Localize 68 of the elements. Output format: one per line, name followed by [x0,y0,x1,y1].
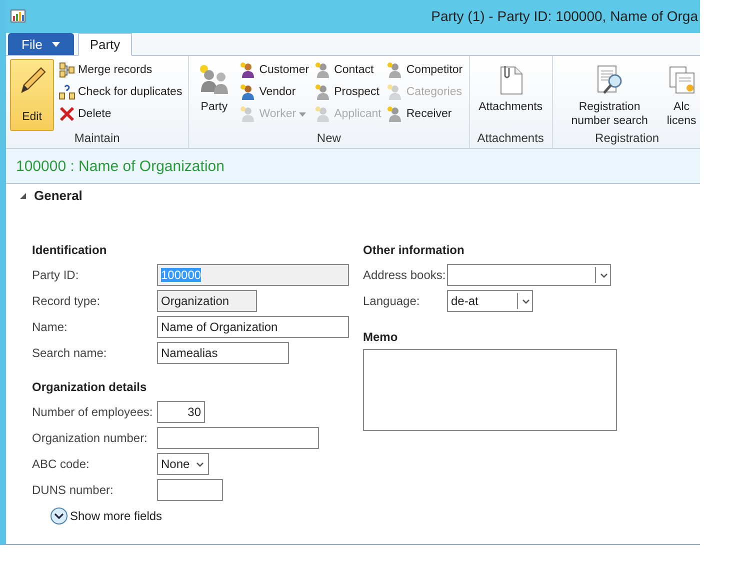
person-icon [315,62,332,78]
text-field[interactable]: Namealias [157,342,289,364]
ribbon-button[interactable]: Check for duplicates [57,81,184,103]
merge-icon [59,62,75,78]
group-label: Maintain [73,131,121,147]
field-label: Number of employees: [32,405,154,419]
ribbon-button[interactable]: Receiver [385,103,465,125]
field-label: Party ID: [32,268,80,282]
chevron-down-icon [600,272,608,278]
field-label: ABC code: [32,457,90,471]
group-label: New [316,131,342,147]
field-label: Address books: [363,268,447,282]
person-icon [240,62,256,78]
show-more-button[interactable]: Show more fields [50,507,162,525]
text-field[interactable]: 30 [157,401,205,423]
caret-icon [299,112,306,116]
text-field[interactable]: Organization [157,290,257,312]
ribbon-button[interactable]: Prospect [313,81,384,103]
section-title: General [34,188,82,203]
chevron-down-icon [196,462,204,466]
text-field[interactable] [157,427,319,449]
people-icon [198,64,230,96]
field-label: Record type: [32,294,102,308]
file-menu-tab[interactable]: File [8,33,74,55]
ribbon-tab[interactable]: Party [78,33,132,56]
field-label: Name: [32,320,68,334]
person-icon [387,62,404,78]
memo-heading: Memo [363,330,398,344]
field-label: Language: [363,294,421,308]
caret-icon [52,42,60,46]
group-label: Registration [594,131,660,147]
delete-icon [59,106,75,122]
ribbon-button[interactable]: Customer [238,59,312,81]
app-icon [10,8,26,24]
group-heading: Other information [363,243,464,257]
person-icon [315,84,332,100]
person-icon [315,106,332,122]
person-icon [387,84,404,100]
chevron-down-icon [522,298,530,304]
group-label: Attachments [476,131,545,147]
field-label: Organization number: [32,431,148,445]
field-label: Search name: [32,346,108,360]
person-icon [240,106,256,122]
ribbon-button[interactable]: Merge records [57,59,184,81]
ribbon-button[interactable]: Competitor [385,59,465,81]
ribbon-button[interactable]: Contact [313,59,384,81]
ribbon-button[interactable]: Party [193,59,236,131]
ribbon-button[interactable]: Registration number search [556,59,663,131]
expand-circle-icon [50,507,68,525]
person-icon [387,106,404,122]
ribbon-button[interactable]: Alc licens [666,59,698,131]
dropdown-field[interactable]: None [157,453,209,475]
record-title: 100000 : Name of Organization [16,158,224,174]
window-title: Party (1) - Party ID: 100000, Name of Orga [431,8,699,24]
field-label: DUNS number: [32,483,114,497]
duplicate-check-icon [59,84,75,100]
ribbon-button[interactable]: Attachments [474,59,548,131]
ribbon-button[interactable]: Delete [57,103,184,125]
text-field[interactable]: Name of Organization [157,316,349,338]
memo-field[interactable] [363,349,617,431]
ribbon-button[interactable]: Edit [10,59,54,131]
dropdown-field[interactable]: de-at [447,290,533,312]
person-icon [240,84,256,100]
group-heading: Identification [32,243,107,257]
dropdown-field[interactable] [447,264,611,286]
text-field[interactable] [157,479,223,501]
ribbon-button[interactable]: Vendor [238,81,312,103]
group-heading: Organization details [32,380,147,394]
